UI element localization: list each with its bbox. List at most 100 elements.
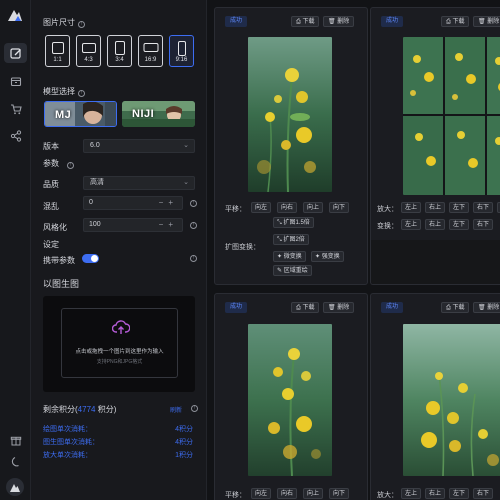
- upscale-top-left-button[interactable]: 左上: [401, 202, 422, 213]
- delete-label: 删除: [337, 19, 350, 25]
- gift-icon: [10, 436, 21, 445]
- pan-label: 平移：: [225, 206, 246, 213]
- results-gallery: 成功 ⎙ 下载 🗑 删除 平移： 向左 向右 向上 向下 ⤡ 扩图1.5倍 扩图…: [207, 0, 500, 500]
- upscale-top-left-button[interactable]: 左上: [401, 488, 422, 499]
- download-button[interactable]: ⎙ 下载: [291, 16, 320, 27]
- icon-rail: [0, 0, 31, 500]
- delete-button[interactable]: 🗑 删除: [323, 16, 355, 27]
- cost-label: 绘图单次消耗：: [43, 426, 92, 433]
- chevron-down-icon: ⌄: [183, 142, 189, 149]
- pan-right-button[interactable]: 向右: [277, 488, 298, 499]
- pan-left-button[interactable]: 向左: [251, 488, 272, 499]
- box-icon: [10, 76, 21, 86]
- stylize-input[interactable]: 100 −+: [83, 218, 183, 232]
- model-option-mj[interactable]: MJ: [44, 101, 117, 127]
- info-icon[interactable]: !: [190, 200, 197, 207]
- upscale-bottom-right-button[interactable]: 右下: [473, 488, 494, 499]
- credits-value: 4774: [77, 405, 96, 414]
- info-icon[interactable]: !: [191, 405, 198, 412]
- zoom-1-5x-button[interactable]: ⤡ 扩图1.5倍: [273, 217, 314, 228]
- user-avatar[interactable]: [6, 478, 24, 496]
- vary-top-left-button[interactable]: 左上: [401, 219, 422, 230]
- chaos-input[interactable]: 0 −+: [83, 196, 183, 210]
- wide-ratio-icon: [143, 43, 158, 52]
- vary-bottom-left-button[interactable]: 左下: [449, 219, 470, 230]
- model-option-niji[interactable]: NIJI: [122, 101, 195, 127]
- rail-box-button[interactable]: [8, 73, 23, 88]
- info-icon[interactable]: !: [78, 21, 85, 28]
- download-button[interactable]: ⎙ 下载: [441, 302, 470, 313]
- rail-gift-button[interactable]: [8, 432, 23, 447]
- generated-grid-image[interactable]: [403, 37, 500, 195]
- pan-down-button[interactable]: 向下: [329, 202, 350, 213]
- stylize-value: 100: [89, 221, 101, 228]
- rail-draw-button[interactable]: [4, 43, 27, 63]
- settings-section-title: 设定: [43, 240, 59, 249]
- generated-image[interactable]: [248, 324, 332, 476]
- generated-image[interactable]: [248, 37, 332, 192]
- share-icon: [10, 129, 21, 142]
- app-logo[interactable]: [6, 6, 24, 24]
- quality-select[interactable]: 高清 ⌄: [83, 176, 195, 190]
- carry-params-toggle[interactable]: [82, 254, 99, 263]
- download-button[interactable]: ⎙ 下载: [291, 302, 320, 313]
- upscale-bottom-right-button[interactable]: 右下: [473, 202, 494, 213]
- upscale-top-right-button[interactable]: 右上: [425, 202, 446, 213]
- delete-button[interactable]: 🗑 删除: [473, 302, 500, 313]
- cost-row: 放大单次消耗： 1积分: [43, 450, 193, 460]
- info-icon[interactable]: !: [78, 90, 85, 97]
- ratio-option-4-3[interactable]: 4:3: [76, 35, 101, 67]
- upscale-top-right-button[interactable]: 右上: [425, 488, 446, 499]
- delete-button[interactable]: 🗑 删除: [323, 302, 355, 313]
- upload-inner-frame: 点击或拖拽一个图片到这里作为输入 支持PNG和JPG格式: [61, 308, 178, 378]
- info-icon[interactable]: !: [190, 255, 197, 262]
- chaos-value: 0: [89, 199, 93, 206]
- pan-right-button[interactable]: 向右: [277, 202, 298, 213]
- version-select[interactable]: 6.0 ⌄: [83, 139, 195, 153]
- upscale-label: 放大：: [377, 492, 398, 499]
- upscale-bottom-left-button[interactable]: 左下: [449, 488, 470, 499]
- button-label: 区域重绘: [283, 268, 308, 274]
- pan-down-button[interactable]: 向下: [329, 488, 350, 499]
- download-button[interactable]: ⎙ 下载: [441, 16, 470, 27]
- pan-left-button[interactable]: 向左: [251, 202, 272, 213]
- pan-up-button[interactable]: 向上: [303, 202, 324, 213]
- vary-strong-button[interactable]: ✦ 强变换: [311, 251, 344, 262]
- pan-up-button[interactable]: 向上: [303, 488, 324, 499]
- vary-bottom-right-button[interactable]: 右下: [473, 219, 494, 230]
- result-card: 成功 ⎙ 下载 🗑 删除 放大： 左上 右上 左下 右下: [370, 7, 500, 285]
- ratio-option-1-1[interactable]: 1:1: [45, 35, 70, 67]
- ratio-option-9-16[interactable]: 9:16: [169, 35, 194, 67]
- info-icon[interactable]: !: [190, 222, 197, 229]
- upload-text: 点击或拖拽一个图片到这里作为输入: [75, 349, 164, 355]
- vary-top-right-button[interactable]: 右上: [425, 219, 446, 230]
- ratio-option-16-9[interactable]: 16:9: [138, 35, 163, 67]
- info-icon[interactable]: !: [67, 162, 74, 169]
- image-upload-dropzone[interactable]: 点击或拖拽一个图片到这里作为输入 支持PNG和JPG格式: [43, 296, 195, 392]
- ratio-option-3-4[interactable]: 3:4: [107, 35, 132, 67]
- delete-button[interactable]: 🗑 删除: [473, 16, 500, 27]
- rail-share-button[interactable]: [8, 128, 23, 143]
- ratio-label: 4:3: [84, 57, 93, 63]
- ratio-label: 16:9: [144, 57, 157, 63]
- trash-icon: 🗑: [478, 19, 488, 25]
- cost-value: 1积分: [175, 452, 193, 459]
- zoom-2x-button[interactable]: ⤡ 扩图2倍: [273, 234, 309, 245]
- sparkle-icon: ✦: [315, 254, 322, 260]
- status-badge: 成功: [225, 302, 248, 313]
- size-section-title: 图片尺寸!: [43, 17, 85, 28]
- result-card: 成功 ⎙ 下载 🗑 删除 放大： 左上 右上 左下 右下: [370, 293, 500, 500]
- vary-subtle-button[interactable]: ✦ 微变换: [273, 251, 306, 262]
- download-label: 下载: [302, 305, 315, 311]
- cost-row: 图生图单次消耗： 4积分: [43, 437, 193, 447]
- generated-image[interactable]: [403, 324, 500, 476]
- rail-cart-button[interactable]: [8, 101, 23, 116]
- upscale-bottom-left-button[interactable]: 左下: [449, 202, 470, 213]
- region-redraw-button[interactable]: ✎ 区域重绘: [273, 265, 312, 276]
- refresh-link[interactable]: 刷新: [170, 405, 182, 414]
- result-card: 成功 ⎙ 下载 🗑 删除 平移： 向左 向右 向上 向下: [214, 293, 368, 500]
- rail-theme-button[interactable]: [8, 454, 23, 469]
- logo-icon: [8, 10, 22, 21]
- stepper-controls[interactable]: −+: [159, 197, 178, 209]
- stepper-controls[interactable]: −+: [159, 219, 178, 231]
